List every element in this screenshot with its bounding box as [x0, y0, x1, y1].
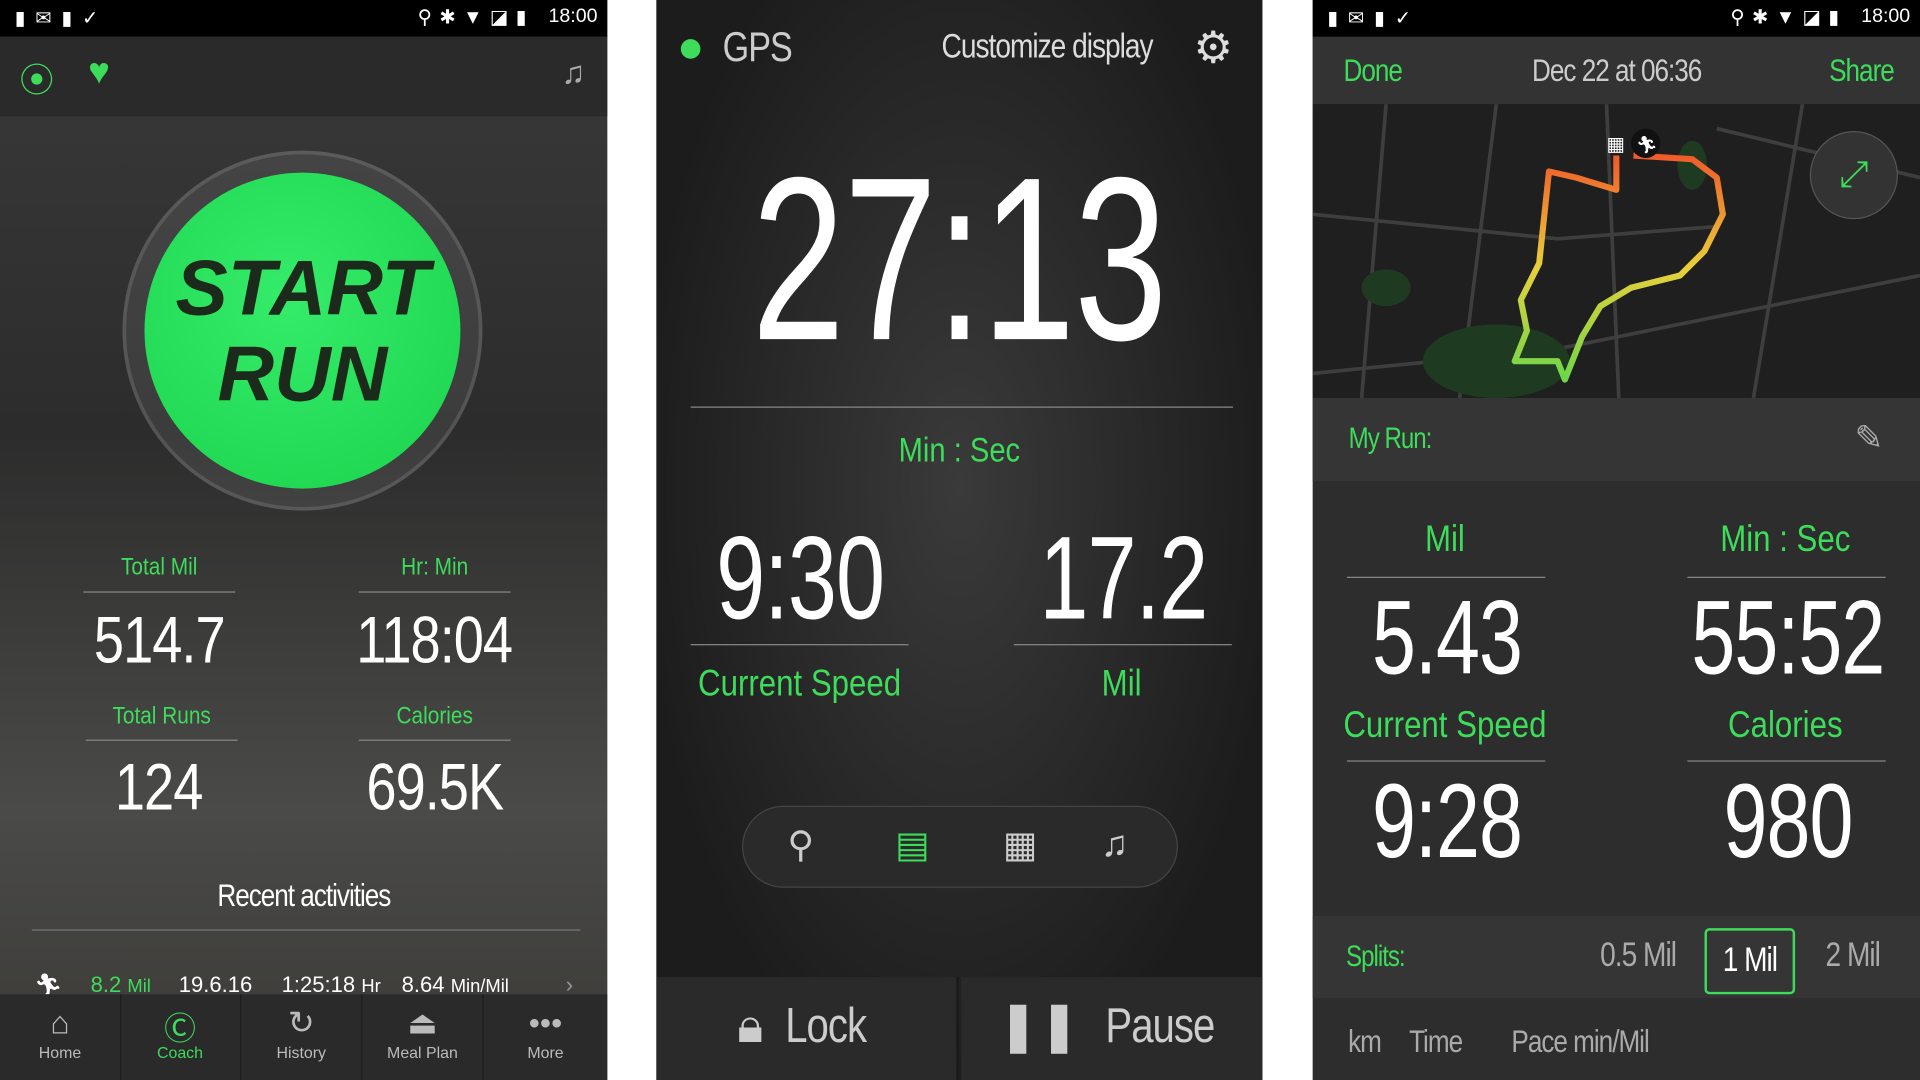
workout-toolbar: ⚲ ▤ ▦ ♫	[742, 805, 1178, 888]
status-icons: ⚲✱▼◪▮	[417, 7, 534, 29]
speed-label: Current Speed	[698, 663, 902, 705]
stat-label: Current Speed	[1343, 705, 1547, 746]
notes-icon[interactable]: ▤	[895, 824, 930, 867]
stat-value: 118:04	[356, 603, 514, 678]
coach-cap-icon: Ⓒ	[164, 1010, 196, 1047]
map-pin-icon[interactable]: ⚲	[787, 824, 814, 867]
share-button[interactable]: Share	[1822, 51, 1901, 89]
column-header: Time	[1409, 1022, 1463, 1060]
pause-icon: ❚❚	[997, 999, 1080, 1054]
done-button[interactable]: Done	[1337, 51, 1408, 89]
runner-icon: 🏃︎	[1636, 135, 1658, 155]
more-icon: •••	[528, 1004, 563, 1041]
stat-value: 124	[115, 750, 203, 825]
speed-value: 9:30	[715, 513, 885, 645]
column-header: km	[1348, 1022, 1382, 1060]
stat-label: Calories	[396, 702, 473, 730]
workout-screen: GPS Customize display ⚙ 27:13 Min : Sec …	[656, 0, 1263, 1080]
gear-icon[interactable]: ⚙	[1194, 22, 1234, 73]
status-bar: ▮✉▮✓ 18:00 ⚲✱▼◪▮	[0, 0, 608, 37]
lock-button[interactable]: 🔒︎ Lock	[656, 977, 959, 1080]
nav-coach[interactable]: Ⓒ Coach	[120, 994, 242, 1080]
stat-value: 69.5K	[366, 750, 504, 825]
nav-home[interactable]: ⌂ Home	[0, 994, 122, 1080]
stat-value: 980	[1723, 762, 1853, 881]
route-map[interactable]: ▦ 🏃︎ ⤢	[1312, 103, 1920, 399]
stat-value: 55:52	[1691, 579, 1885, 697]
split-option-1-selected[interactable]: 1 Mil	[1704, 928, 1796, 995]
runner-icon: 🏃︎	[34, 972, 63, 995]
status-bar: ▮✉▮✓ 18:00 ⚲✱▼◪▮	[1312, 0, 1920, 37]
customize-display-button[interactable]: Customize display	[918, 27, 1175, 66]
run-name-label: My Run:	[1348, 422, 1433, 456]
split-option-2[interactable]: 2 Mil	[1820, 936, 1886, 975]
gps-status-dot	[680, 39, 701, 59]
gps-label: GPS	[722, 24, 793, 72]
expand-map-icon[interactable]: ⤢	[1809, 131, 1898, 220]
meal-plan-icon: ⏏	[407, 1004, 438, 1041]
stat-label: Hr: Min	[401, 553, 469, 581]
stat-value: 9:28	[1372, 762, 1523, 881]
recent-activity-row[interactable]: 🏃︎ 8.2 Mil 19.6.16 1:25:18 Hr 8.64 Min/M…	[0, 972, 607, 994]
calendar-icon[interactable]: ▦	[1003, 824, 1038, 867]
pencil-icon[interactable]: ✎	[1855, 418, 1884, 458]
run-summary-screen: ▮✉▮✓ 18:00 ⚲✱▼◪▮ Done Dec 22 at 06:36 Shar…	[1312, 0, 1920, 1080]
heart-icon[interactable]: ♥	[88, 51, 110, 93]
timer-label: Min : Sec	[898, 431, 1021, 469]
finish-flag-icon: ▦	[1607, 134, 1626, 156]
nav-more[interactable]: ••• More	[484, 994, 608, 1080]
stat-label: Min : Sec	[1720, 519, 1851, 560]
elapsed-timer: 27:13	[751, 129, 1168, 390]
music-icon[interactable]: ♫	[1101, 824, 1129, 866]
start-run-button[interactable]: START RUN	[144, 172, 461, 489]
home-icon: ⌂	[50, 1004, 70, 1041]
stat-label: Calories	[1728, 705, 1843, 746]
home-screen: ▮✉▮✓ 18:00 ⚲✱▼◪▮ ⦿ ♥ ♫ START RUN Total Mil…	[0, 0, 608, 1080]
splits-label: Splits:	[1346, 940, 1406, 974]
distance-value: 17.2	[1039, 513, 1208, 645]
recent-activities-title: Recent activities	[217, 876, 391, 914]
chevron-right-icon: ›	[565, 972, 574, 995]
music-icon[interactable]: ♫	[561, 54, 585, 92]
stat-label: Total Runs	[112, 702, 211, 730]
status-time: 18:00	[548, 6, 598, 27]
lock-icon: 🔒︎	[737, 999, 764, 1054]
stat-value: 5.43	[1372, 579, 1523, 697]
stat-label: Total Mil	[120, 553, 198, 581]
history-icon: ↻	[287, 1004, 315, 1041]
distance-label: Mil	[1101, 663, 1142, 705]
stat-value: 514.7	[93, 603, 226, 678]
nav-history[interactable]: ↻ History	[241, 994, 363, 1080]
stat-label: Mil	[1424, 519, 1465, 560]
location-icon[interactable]: ⦿	[20, 54, 54, 103]
run-date: Dec 22 at 06:36	[1531, 51, 1702, 89]
pause-button[interactable]: ❚❚ Pause	[961, 977, 1263, 1080]
column-header: Pace min/Mil	[1511, 1022, 1649, 1060]
nav-meal-plan[interactable]: ⏏ Meal Plan	[362, 994, 484, 1080]
split-option-0-5[interactable]: 0.5 Mil	[1592, 936, 1684, 975]
